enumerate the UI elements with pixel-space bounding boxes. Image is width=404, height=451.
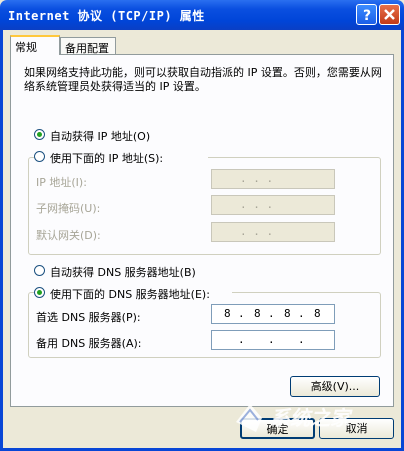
radio-manual-ip-label: 使用下面的 IP 地址(S): — [50, 152, 164, 165]
radio-manual-dns-indicator — [34, 287, 45, 298]
tab-alternate-config[interactable]: 备用配置 — [60, 37, 116, 55]
alternate-dns-label: 备用 DNS 服务器(A): — [36, 337, 142, 350]
radio-manual-dns[interactable]: 使用下面的 DNS 服务器地址(E): — [34, 286, 232, 301]
help-glyph: ? — [363, 8, 371, 24]
preferred-dns-octet-1: 8 — [224, 307, 231, 320]
radio-manual-dns-label: 使用下面的 DNS 服务器地址(E): — [50, 288, 210, 301]
preferred-dns-dot: . — [238, 307, 245, 320]
alternate-dns-input[interactable]: . . . — [211, 330, 335, 350]
advanced-button[interactable]: 高级(V)... — [290, 376, 380, 397]
tab-general-label: 常规 — [15, 41, 37, 54]
ip-address-input[interactable]: . . . — [211, 169, 335, 189]
alternate-dns-dot: . — [268, 333, 275, 346]
preferred-dns-input[interactable]: 8 . 8 . 8 . 8 — [211, 304, 335, 324]
subnet-mask-label: 子网掩码(U): — [36, 202, 101, 215]
description-text: 如果网络支持此功能，则可以获取自动指派的 IP 设置。否则，您需要从网络系统管理… — [24, 66, 382, 93]
radio-manual-ip-indicator — [34, 151, 45, 162]
preferred-dns-octet-3: 8 — [284, 307, 291, 320]
preferred-dns-dot: . — [268, 307, 275, 320]
subnet-mask-input[interactable]: . . . — [211, 195, 335, 215]
alternate-dns-dot: . — [298, 333, 305, 346]
window-title: Internet 协议 (TCP/IP) 属性 — [8, 9, 205, 23]
default-gateway-input[interactable]: . . . — [211, 222, 335, 242]
cancel-button[interactable]: 取消 — [319, 418, 394, 439]
radio-auto-ip-label: 自动获得 IP 地址(O) — [50, 130, 151, 143]
preferred-dns-octet-2: 8 — [254, 307, 261, 320]
radio-auto-dns-label: 自动获得 DNS 服务器地址(B) — [50, 266, 196, 279]
ip-address-dots: . . . — [240, 172, 274, 185]
radio-auto-dns-indicator — [34, 265, 45, 276]
alternate-dns-dot: . — [238, 333, 245, 346]
title-bar: Internet 协议 (TCP/IP) 属性 ? — [0, 0, 404, 30]
tab-general[interactable]: 常规 — [10, 35, 60, 55]
default-gateway-dots: . . . — [240, 225, 274, 238]
preferred-dns-octet-4: 8 — [314, 307, 321, 320]
preferred-dns-dot: . — [298, 307, 305, 320]
ok-button[interactable]: 确定 — [240, 418, 315, 439]
help-button[interactable]: ? — [356, 4, 377, 25]
radio-manual-ip[interactable]: 使用下面的 IP 地址(S): — [34, 150, 208, 165]
subnet-mask-dots: . . . — [240, 198, 274, 211]
preferred-dns-label: 首选 DNS 服务器(P): — [36, 311, 141, 324]
radio-auto-ip-indicator — [34, 129, 45, 140]
default-gateway-label: 默认网关(D): — [36, 229, 101, 242]
ip-address-label: IP 地址(I): — [36, 176, 87, 189]
close-icon — [384, 9, 395, 20]
help-icon: ? — [363, 8, 371, 24]
close-button[interactable] — [379, 4, 400, 25]
